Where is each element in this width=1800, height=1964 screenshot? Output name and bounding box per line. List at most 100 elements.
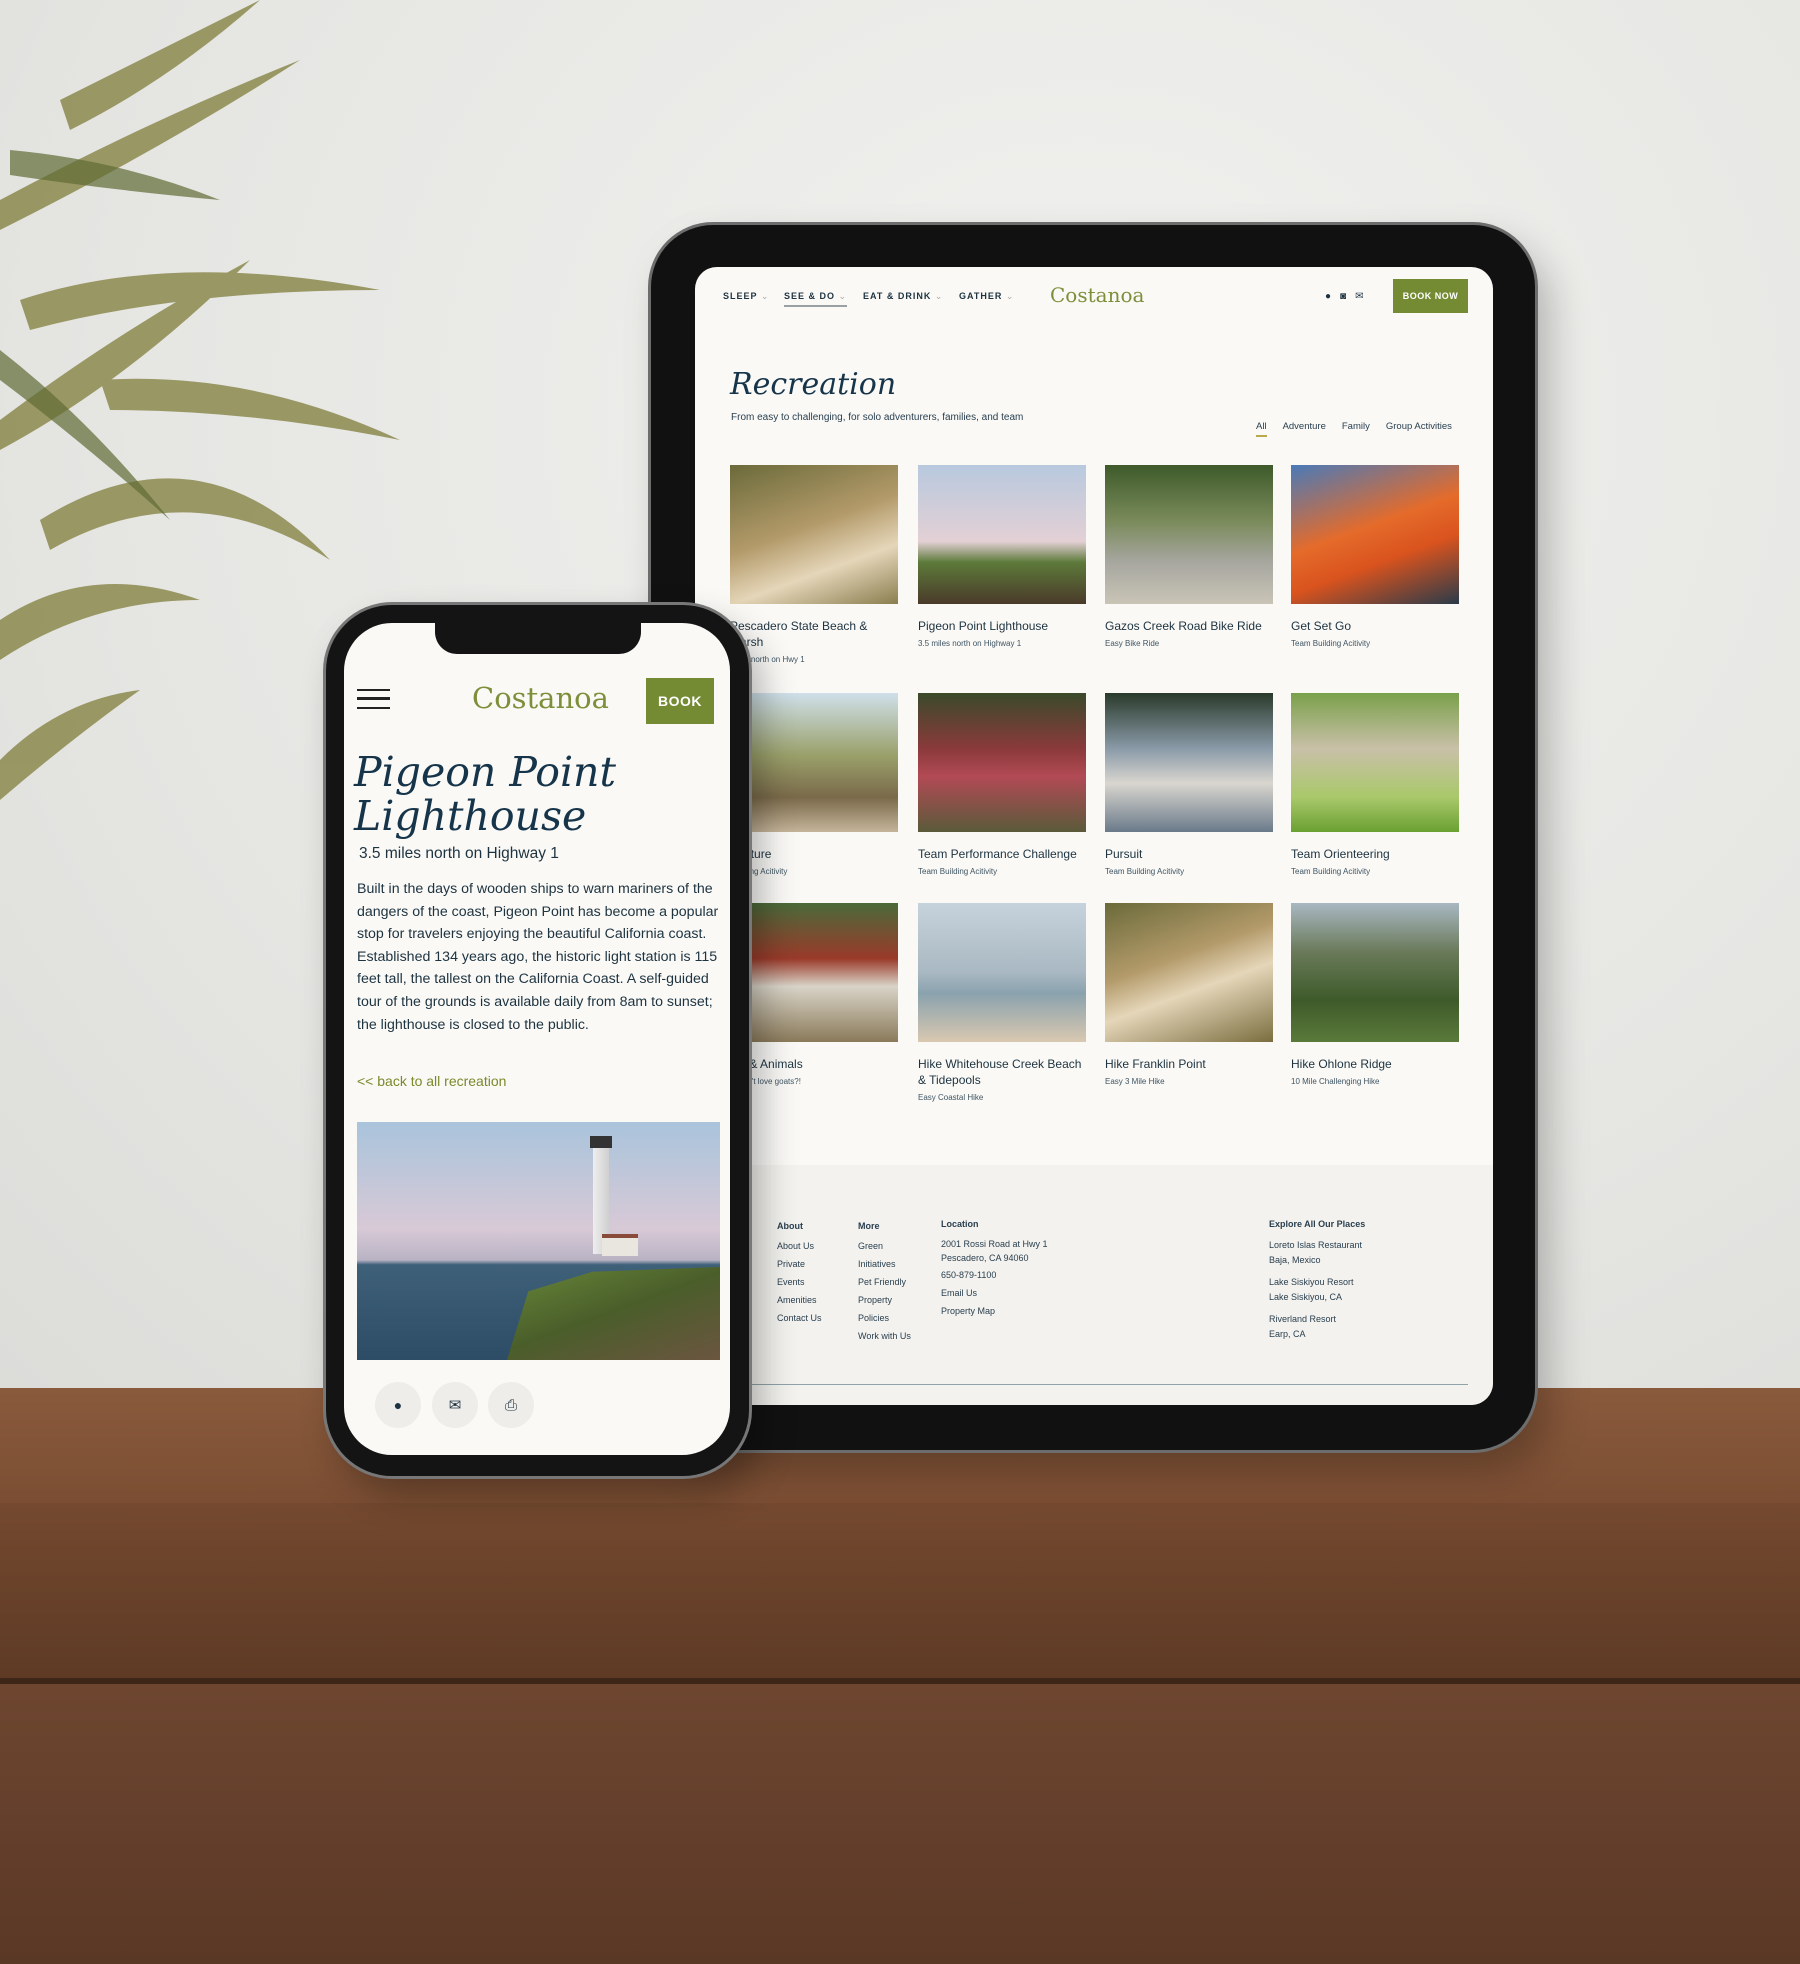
place-location: Earp, CA <box>1269 1329 1306 1339</box>
recreation-card[interactable]: Team Orienteering Team Building Acitivit… <box>1291 693 1459 876</box>
logo[interactable]: Costanoa <box>472 681 609 715</box>
card-photo <box>1105 693 1273 832</box>
recreation-card[interactable]: Pigeon Point Lighthouse 3.5 miles north … <box>918 465 1086 648</box>
email-link[interactable]: Email Us <box>941 1286 1048 1300</box>
filter-adventure[interactable]: Adventure <box>1283 421 1326 437</box>
filter-all[interactable]: All <box>1256 421 1267 437</box>
footer-link[interactable]: Pet Friendly <box>858 1273 911 1291</box>
card-photo <box>1291 465 1459 604</box>
book-now-button[interactable]: BOOK NOW <box>1393 279 1468 313</box>
card-title: Team Orienteering <box>1291 847 1390 861</box>
card-title: Venture <box>730 847 772 861</box>
card-photo <box>730 693 898 832</box>
chevron-down-icon: ⌄ <box>1005 291 1015 301</box>
footer-link[interactable]: Amenities <box>777 1291 822 1309</box>
recreation-card[interactable]: Hike Whitehouse Creek Beach & Tidepools … <box>918 903 1086 1102</box>
card-title: Pescadero State Beach & Marsh <box>730 619 868 649</box>
footer-link[interactable]: About Us <box>777 1237 822 1255</box>
instagram-icon[interactable]: ◙ <box>1340 291 1346 302</box>
footer-about: About About Us Private Events Amenities … <box>777 1217 822 1327</box>
property-map-link[interactable]: Property Map <box>941 1304 1048 1318</box>
print-icon: ⎙ <box>504 1396 517 1414</box>
footer-link[interactable]: Contact Us <box>777 1309 822 1327</box>
footer-heading: More <box>858 1221 880 1231</box>
keeper-house <box>602 1234 638 1256</box>
footer-link[interactable]: Work with Us <box>858 1327 911 1345</box>
card-subtitle: Team Building Acitivity <box>918 867 998 876</box>
hamburger-menu-icon[interactable] <box>357 689 390 709</box>
card-photo <box>918 903 1086 1042</box>
card-subtitle: Team Building Acitivity <box>1105 867 1185 876</box>
place-link[interactable]: Loreto Islas Restaurant Baja, Mexico <box>1269 1238 1365 1268</box>
card-photo <box>1291 903 1459 1042</box>
email-icon: ✉ <box>448 1397 462 1414</box>
card-photo <box>918 465 1086 604</box>
footer-link[interactable]: Policies <box>858 1309 911 1327</box>
email-icon[interactable]: ✉ <box>1355 291 1363 302</box>
nav-eat-drink[interactable]: EAT & DRINK ⌄ <box>863 291 943 302</box>
recreation-card[interactable]: Hike Franklin Point Easy 3 Mile Hike <box>1105 903 1273 1086</box>
page-title: Recreation <box>730 367 897 402</box>
place-link[interactable]: Lake Siskiyou Resort Lake Siskiyou, CA <box>1269 1275 1365 1305</box>
footer-link[interactable]: Green <box>858 1237 911 1255</box>
card-title: Hike Whitehouse Creek Beach & Tidepools <box>918 1057 1082 1087</box>
social-links: ● ◙ ✉ <box>1325 291 1363 302</box>
tablet-screen: SLEEP ⌄ SEE & DO ⌄ EAT & DRINK ⌄ GATHER … <box>695 267 1493 1405</box>
back-link[interactable]: << back to all recreation <box>357 1073 506 1089</box>
place-link[interactable]: Riverland Resort Earp, CA <box>1269 1312 1365 1342</box>
cliff <box>507 1266 720 1360</box>
card-title: Get Set Go <box>1291 619 1352 633</box>
nav-sleep[interactable]: SLEEP ⌄ <box>723 291 769 302</box>
card-title: Hike Franklin Point <box>1105 1057 1206 1071</box>
card-title: Pigeon Point Lighthouse <box>918 619 1049 633</box>
footer-link[interactable]: Property <box>858 1291 911 1309</box>
nav-gather[interactable]: GATHER ⌄ <box>959 291 1014 302</box>
nav-see-do[interactable]: SEE & DO ⌄ <box>784 291 848 307</box>
filter-group-activities[interactable]: Group Activities <box>1386 421 1452 437</box>
recreation-card[interactable]: Pursuit Team Building Acitivity <box>1105 693 1273 876</box>
share-facebook-button[interactable]: ● <box>375 1382 421 1428</box>
recreation-card[interactable]: Get Set Go Team Building Acitivity <box>1291 465 1459 648</box>
chevron-down-icon: ⌄ <box>838 291 848 301</box>
card-subtitle: doesn't love goats?! <box>730 1077 801 1086</box>
print-button[interactable]: ⎙ <box>488 1382 534 1428</box>
card-subtitle: 3.5 miles north on Highway 1 <box>918 639 1022 648</box>
phone-number[interactable]: 650-879-1100 <box>941 1268 1048 1282</box>
footer-link[interactable]: Events <box>777 1273 822 1291</box>
share-email-button[interactable]: ✉ <box>432 1382 478 1428</box>
card-subtitle: Easy 3 Mile Hike <box>1105 1077 1165 1086</box>
card-photo <box>1105 465 1273 604</box>
logo[interactable]: Costanoa <box>1050 283 1144 307</box>
card-photo <box>1291 693 1459 832</box>
chevron-down-icon: ⌄ <box>934 291 944 301</box>
card-title: Gazos Creek Road Bike Ride <box>1105 619 1262 633</box>
recreation-card[interactable]: Team Performance Challenge Team Building… <box>918 693 1086 876</box>
footer-heading: About <box>777 1221 803 1231</box>
facebook-icon[interactable]: ● <box>1325 291 1331 302</box>
footer-link[interactable]: Private <box>777 1255 822 1273</box>
detail-body: Built in the days of wooden ships to war… <box>357 881 719 1033</box>
recreation-card[interactable]: Pescadero State Beach & Marsh miles nort… <box>730 465 898 664</box>
book-button[interactable]: BOOK <box>646 678 714 724</box>
recreation-card[interactable]: Gazos Creek Road Bike Ride Easy Bike Rid… <box>1105 465 1273 648</box>
footer-link[interactable]: Initiatives <box>858 1255 911 1273</box>
footer: About About Us Private Events Amenities … <box>695 1165 1493 1405</box>
lighthouse-photo <box>357 1122 720 1360</box>
page-subtitle: From easy to challenging, for solo adven… <box>731 412 1024 423</box>
phone-screen: Costanoa BOOK Pigeon Point Lighthouse 3.… <box>344 623 730 1455</box>
filter-tabs: All Adventure Family Group Activities <box>1256 421 1452 437</box>
detail-title: Pigeon Point Lighthouse <box>354 750 616 838</box>
detail-subtitle: 3.5 miles north on Highway 1 <box>359 845 559 862</box>
card-title: Hike Ohlone Ridge <box>1291 1057 1392 1071</box>
place-name: Riverland Resort <box>1269 1314 1337 1324</box>
recreation-card[interactable]: Hike Ohlone Ridge 10 Mile Challenging Hi… <box>1291 903 1459 1086</box>
recreation-card[interactable]: ats & Animals doesn't love goats?! <box>730 903 898 1086</box>
card-subtitle: Team Building Acitivity <box>1291 867 1371 876</box>
place-name: Loreto Islas Restaurant <box>1269 1240 1363 1250</box>
card-subtitle: Easy Coastal Hike <box>918 1093 984 1102</box>
facebook-icon: ● <box>393 1397 403 1413</box>
recreation-card[interactable]: Venture Building Acitivity <box>730 693 898 876</box>
shelf-lower <box>0 1684 1800 1964</box>
card-photo <box>918 693 1086 832</box>
filter-family[interactable]: Family <box>1342 421 1370 437</box>
